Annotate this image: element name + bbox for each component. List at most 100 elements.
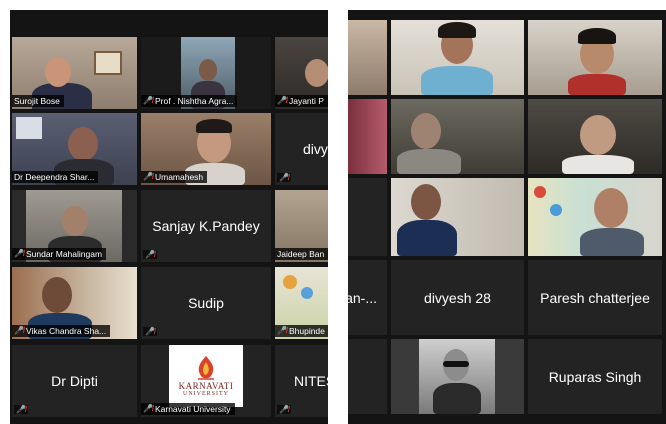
participant-tile-r3c3[interactable] <box>528 178 662 256</box>
participant-face <box>68 127 98 161</box>
participant-face <box>305 59 328 87</box>
participant-name-tag: 🎤̸ Jayanti P <box>275 95 328 107</box>
participant-tile-r1c3[interactable] <box>528 20 662 95</box>
muted-mic-icon: 🎤̸ <box>14 326 24 335</box>
participant-display-name: Ruparas Singh <box>548 368 642 385</box>
participant-tile-dipti[interactable]: Dr Dipti 🎤̸ <box>12 345 137 417</box>
participant-tile-r3c2[interactable] <box>391 178 524 256</box>
participant-name: Dr Deependra Shar... <box>14 172 95 182</box>
wall-frame <box>94 51 122 75</box>
participant-name-tag: 🎤̸ Vikas Chandra Sha... <box>12 325 111 337</box>
participant-display-name: an-... <box>348 289 377 306</box>
participant-name: Prof . Nishtha Agra... <box>154 96 234 106</box>
muted-mic-icon: 🎤̸ <box>143 250 157 259</box>
participant-tile-karnavati[interactable]: KARNAVATI UNIVERSITY 🎤̸ Karnavati Univers… <box>141 345 271 417</box>
right-gallery: an-... divyesh 28 Paresh chatterjee Rupa… <box>348 10 666 424</box>
sunglasses-icon <box>443 361 469 367</box>
participant-face <box>199 59 217 81</box>
participant-body <box>397 149 461 174</box>
participant-name-tag: 🎤̸ Bhupinde <box>275 325 328 337</box>
participant-tile-r5c1[interactable] <box>348 339 387 414</box>
participant-name: Bhupinde <box>288 326 325 336</box>
muted-mic-icon: 🎤̸ <box>143 327 157 336</box>
participant-name: Karnavati University <box>154 404 231 414</box>
participant-display-name: Dr Dipti <box>51 373 98 389</box>
participant-tile-divy[interactable]: divy 🎤̸ <box>275 113 328 185</box>
participant-tile-sundar[interactable]: 🎤̸ Sundar Mahalingam <box>12 190 137 262</box>
participant-tile-umamahesh[interactable]: 🎤̸ Umamahesh <box>141 113 271 185</box>
muted-mic-icon: 🎤̸ <box>277 173 291 182</box>
participant-tile-deependra[interactable]: Dr Deependra Shar... <box>12 113 137 185</box>
participant-name-tag: Surojit Bose <box>12 95 64 107</box>
participant-face <box>42 277 72 313</box>
left-gallery: Surojit Bose 🎤̸ Prof . Nishtha Agra... 🎤̸… <box>10 10 328 424</box>
muted-mic-icon: 🎤̸ <box>14 405 28 414</box>
participant-tile-divyesh[interactable]: divyesh 28 <box>391 260 524 335</box>
wall-decoration <box>301 287 313 299</box>
university-logo: KARNAVATI UNIVERSITY <box>169 345 243 407</box>
participant-tile-ruparas[interactable]: Ruparas Singh <box>528 339 662 414</box>
participant-display-name: divyesh 28 <box>424 289 491 306</box>
participant-tile-vikas[interactable]: 🎤̸ Vikas Chandra Sha... <box>12 267 137 339</box>
participant-name: Vikas Chandra Sha... <box>25 326 107 336</box>
participant-name-tag: Jaideep Ban <box>275 248 328 260</box>
participant-tile-an[interactable]: an-... <box>348 260 387 335</box>
muted-mic-icon: 🎤̸ <box>14 249 24 258</box>
participant-tile-jaideep[interactable]: Jaideep Ban <box>275 190 328 262</box>
muted-mic-icon: 🎤̸ <box>143 96 153 105</box>
participant-tile-r2c3[interactable] <box>528 99 662 174</box>
participant-face <box>62 206 88 236</box>
participant-body <box>568 74 626 95</box>
participant-display-name: Paresh chatterjee <box>540 289 650 306</box>
participant-name-tag: Dr Deependra Shar... <box>12 171 99 183</box>
participant-face <box>411 113 441 149</box>
muted-mic-icon: 🎤̸ <box>277 405 291 414</box>
participant-name-tag: 🎤̸ Prof . Nishtha Agra... <box>141 95 238 107</box>
participant-tile-paresh[interactable]: Paresh chatterjee <box>528 260 662 335</box>
participant-name: Sundar Mahalingam <box>25 249 103 259</box>
participant-body <box>580 228 644 256</box>
participant-tile-r5c2[interactable] <box>391 339 524 414</box>
muted-mic-icon: 🎤̸ <box>143 172 153 181</box>
participant-tile-r1c2[interactable] <box>391 20 524 95</box>
logo-wordmark: KARNAVATI <box>178 381 234 391</box>
participant-face <box>580 115 616 155</box>
participant-hair <box>438 22 476 38</box>
participant-body <box>433 383 481 414</box>
participant-face <box>411 184 441 220</box>
wall-chart <box>16 117 42 139</box>
participant-video <box>348 20 387 95</box>
participant-name: Umamahesh <box>154 172 204 182</box>
participant-tile-jayanti[interactable]: 🎤̸ Jayanti P <box>275 37 328 109</box>
wall-decoration <box>534 186 546 198</box>
participant-display-name: Sanjay K.Pandey <box>152 218 260 234</box>
participant-body <box>562 155 634 174</box>
muted-mic-icon: 🎤̸ <box>143 404 153 413</box>
muted-mic-icon: 🎤̸ <box>277 96 287 105</box>
participant-display-name: Sudip <box>188 295 224 311</box>
participant-body <box>397 220 457 256</box>
participant-hair <box>196 119 232 133</box>
wall-decoration <box>550 204 562 216</box>
participant-tile-surojit[interactable]: Surojit Bose <box>12 37 137 109</box>
participant-tile-r3c1[interactable] <box>348 178 387 256</box>
participant-tile-r2c2[interactable] <box>391 99 524 174</box>
participant-tile-sanjay[interactable]: Sanjay K.Pandey 🎤̸ <box>141 190 271 262</box>
participant-tile-r1c1[interactable] <box>348 20 387 95</box>
participant-name-tag: 🎤̸ Sundar Mahalingam <box>12 248 107 260</box>
participant-name-tag: 🎤̸ Umamahesh <box>141 171 208 183</box>
participant-tile-nishtha[interactable]: 🎤̸ Prof . Nishtha Agra... <box>141 37 271 109</box>
wall-decoration <box>283 275 297 289</box>
participant-tile-r2c1[interactable] <box>348 99 387 174</box>
participant-name: Jayanti P <box>288 96 324 106</box>
participant-tile-sudip[interactable]: Sudip 🎤̸ <box>141 267 271 339</box>
participant-face <box>45 57 71 87</box>
participant-name: Surojit Bose <box>14 96 60 106</box>
participant-body <box>421 66 493 95</box>
participant-video <box>348 99 387 174</box>
logo-subtitle: UNIVERSITY <box>183 391 229 397</box>
participant-tile-nitesh[interactable]: NITES 🎤̸ <box>275 345 328 417</box>
participant-hair <box>578 28 616 44</box>
participant-tile-bhupinder[interactable]: 🎤̸ Bhupinde <box>275 267 328 339</box>
participant-name-tag: 🎤̸ Karnavati University <box>141 403 235 415</box>
